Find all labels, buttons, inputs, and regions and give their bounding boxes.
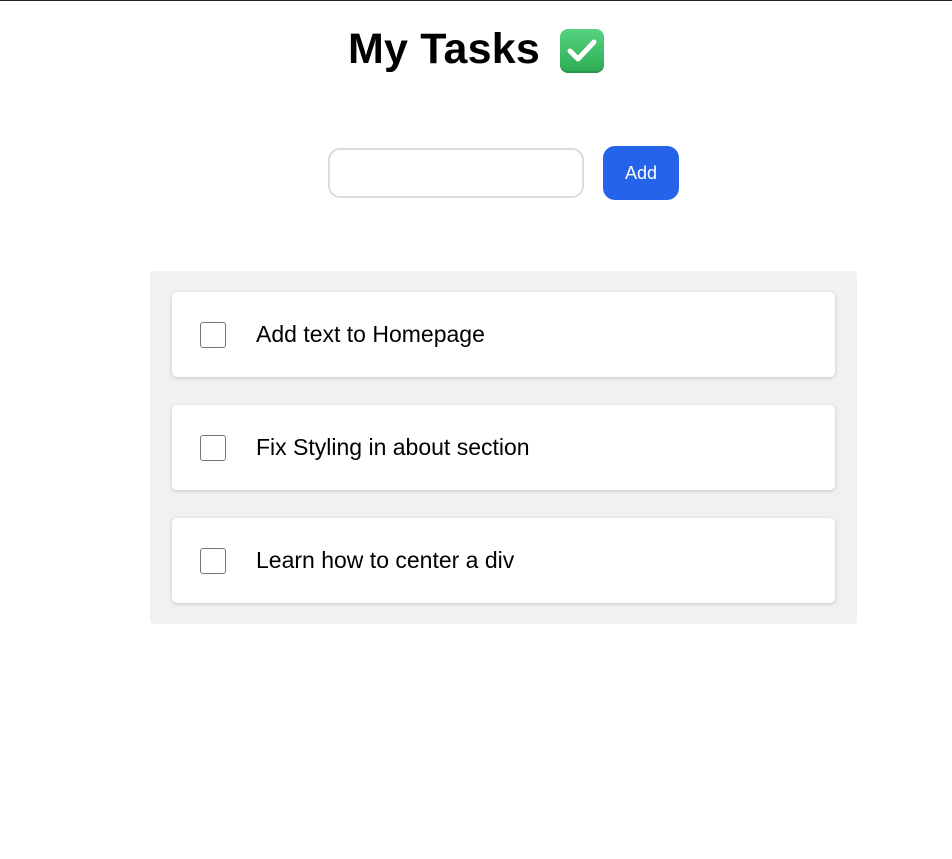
task-label: Learn how to center a div [256, 547, 515, 573]
task-item: Add text to Homepage [172, 292, 835, 377]
new-task-input[interactable] [328, 148, 584, 198]
task-label: Fix Styling in about section [256, 434, 530, 460]
task-label: Add text to Homepage [256, 321, 485, 347]
check-mark-icon [560, 29, 604, 73]
task-checkbox[interactable] [200, 547, 226, 574]
task-item: Fix Styling in about section [172, 405, 835, 490]
window-top-border [0, 0, 952, 1]
task-checkbox[interactable] [200, 434, 226, 461]
add-task-form: Add [328, 146, 679, 200]
task-list-panel: Add text to Homepage Fix Styling in abou… [150, 271, 857, 624]
task-checkbox[interactable] [200, 321, 226, 348]
page-header: My Tasks [0, 24, 952, 74]
task-list: Add text to Homepage Fix Styling in abou… [172, 292, 835, 603]
page-title: My Tasks [347, 24, 540, 73]
task-item: Learn how to center a div [172, 518, 835, 603]
add-task-button[interactable]: Add [603, 146, 679, 200]
